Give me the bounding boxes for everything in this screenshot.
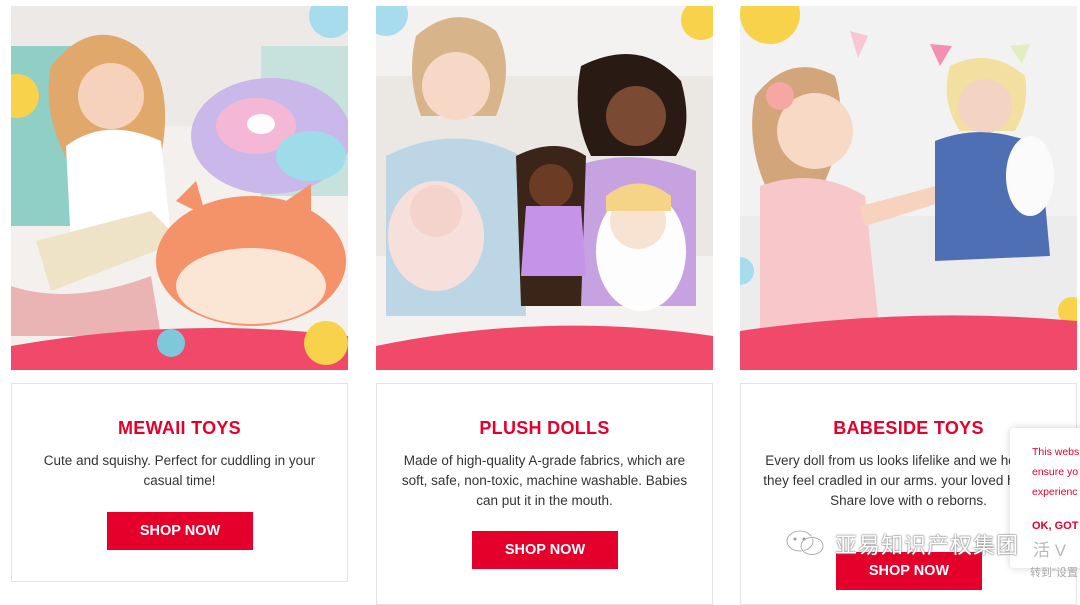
plush-dolls-image[interactable] [376,6,713,370]
mewaii-toys-image[interactable] [11,6,348,370]
activate-windows-text: 活 V [1033,541,1067,560]
wechat-logo-icon [785,530,825,556]
card-description: Cute and squishy. Perfect for cuddling i… [43,453,316,488]
activate-windows-settings-text: 转到"设置 [1030,567,1078,579]
babeside-toys-image[interactable] [740,6,1077,370]
product-card: MEWAII TOYS Cute and squishy. Perfect fo… [11,383,348,582]
shop-now-button[interactable]: SHOP NOW [107,512,253,550]
card-title: MEWAII TOYS [118,418,241,438]
shop-now-button[interactable]: SHOP NOW [472,531,618,569]
product-card: PLUSH DOLLS Made of high-quality A-grade… [376,383,713,605]
cookie-consent-text: This webs ensure yo experienc [1032,446,1080,498]
card-description: Made of high-quality A-grade fabrics, wh… [401,453,688,508]
watermark-account-name: 亚易知识产权集团 [835,533,1020,558]
card-title: PLUSH DOLLS [479,418,610,438]
wechat-watermark: 亚易知识产权集团 活 V 转到"设置 [785,526,1080,586]
